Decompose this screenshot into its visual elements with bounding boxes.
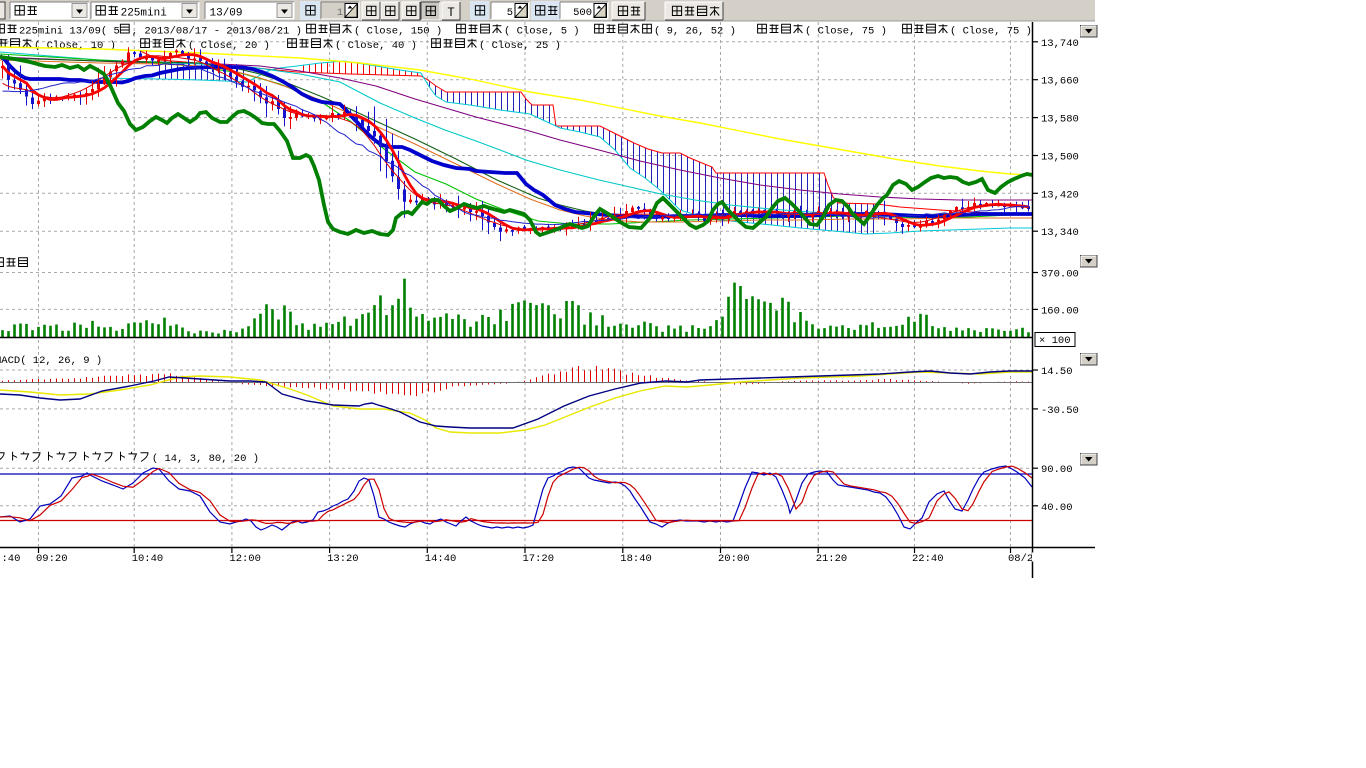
- svg-text:40.00: 40.00: [1041, 502, 1073, 514]
- svg-text:10:40: 10:40: [132, 553, 164, 565]
- svg-text:( Close, 25 ): ( Close, 25 ): [479, 40, 561, 52]
- svg-text:13,660: 13,660: [1041, 76, 1079, 88]
- svg-text:21:20: 21:20: [816, 553, 848, 565]
- svg-text:( Close, 75 ): ( Close, 75 ): [805, 26, 887, 38]
- svg-text:370.00: 370.00: [1041, 269, 1079, 281]
- svg-text::40: :40: [2, 553, 21, 565]
- svg-text:( Close, 75 ): ( Close, 75 ): [950, 26, 1032, 38]
- svg-text:-30.50: -30.50: [1041, 405, 1079, 417]
- svg-text:14:40: 14:40: [425, 553, 457, 565]
- svg-text:13,420: 13,420: [1041, 189, 1079, 201]
- svg-text:12:00: 12:00: [229, 553, 261, 565]
- svg-text:( 14, 3, 80, 20 ): ( 14, 3, 80, 20 ): [152, 453, 259, 465]
- svg-text:13,740: 13,740: [1041, 38, 1079, 50]
- svg-text:13/09: 13/09: [210, 8, 243, 20]
- svg-text:, 2013/08/17 - 2013/08/21 ): , 2013/08/17 - 2013/08/21 ): [132, 26, 302, 38]
- svg-text:160.00: 160.00: [1041, 305, 1079, 317]
- svg-text:08/2: 08/2: [1008, 553, 1033, 565]
- svg-text:( Close, 150 ): ( Close, 150 ): [354, 26, 442, 38]
- svg-text:13:20: 13:20: [327, 553, 359, 565]
- svg-text:13,340: 13,340: [1041, 227, 1079, 239]
- svg-text:T: T: [447, 7, 454, 19]
- svg-text:( Close, 40 ): ( Close, 40 ): [335, 40, 417, 52]
- svg-text:14.50: 14.50: [1041, 366, 1073, 378]
- svg-text:09:20: 09:20: [36, 553, 68, 565]
- svg-text:( Close, 5 ): ( Close, 5 ): [504, 26, 580, 38]
- svg-text:× 100: × 100: [1039, 335, 1071, 347]
- svg-text:13,580: 13,580: [1041, 114, 1079, 126]
- svg-text:13,500: 13,500: [1041, 152, 1079, 164]
- svg-text:17:20: 17:20: [523, 553, 555, 565]
- svg-text:5: 5: [507, 7, 513, 19]
- svg-text:( 9, 26, 52 ): ( 9, 26, 52 ): [654, 26, 736, 38]
- svg-text:90.00: 90.00: [1041, 464, 1073, 476]
- svg-text:225mini 13/09( 5: 225mini 13/09( 5: [19, 26, 120, 38]
- svg-text:( Close, 10 ): ( Close, 10 ): [34, 40, 116, 52]
- svg-text:18:40: 18:40: [620, 553, 652, 565]
- svg-text:1: 1: [337, 7, 343, 19]
- svg-text:22:40: 22:40: [912, 553, 944, 565]
- svg-text:MACD( 12, 26, 9 ): MACD( 12, 26, 9 ): [0, 355, 102, 367]
- svg-text:500: 500: [573, 7, 592, 19]
- svg-text:225mini: 225mini: [121, 8, 168, 20]
- svg-text:20:00: 20:00: [718, 553, 750, 565]
